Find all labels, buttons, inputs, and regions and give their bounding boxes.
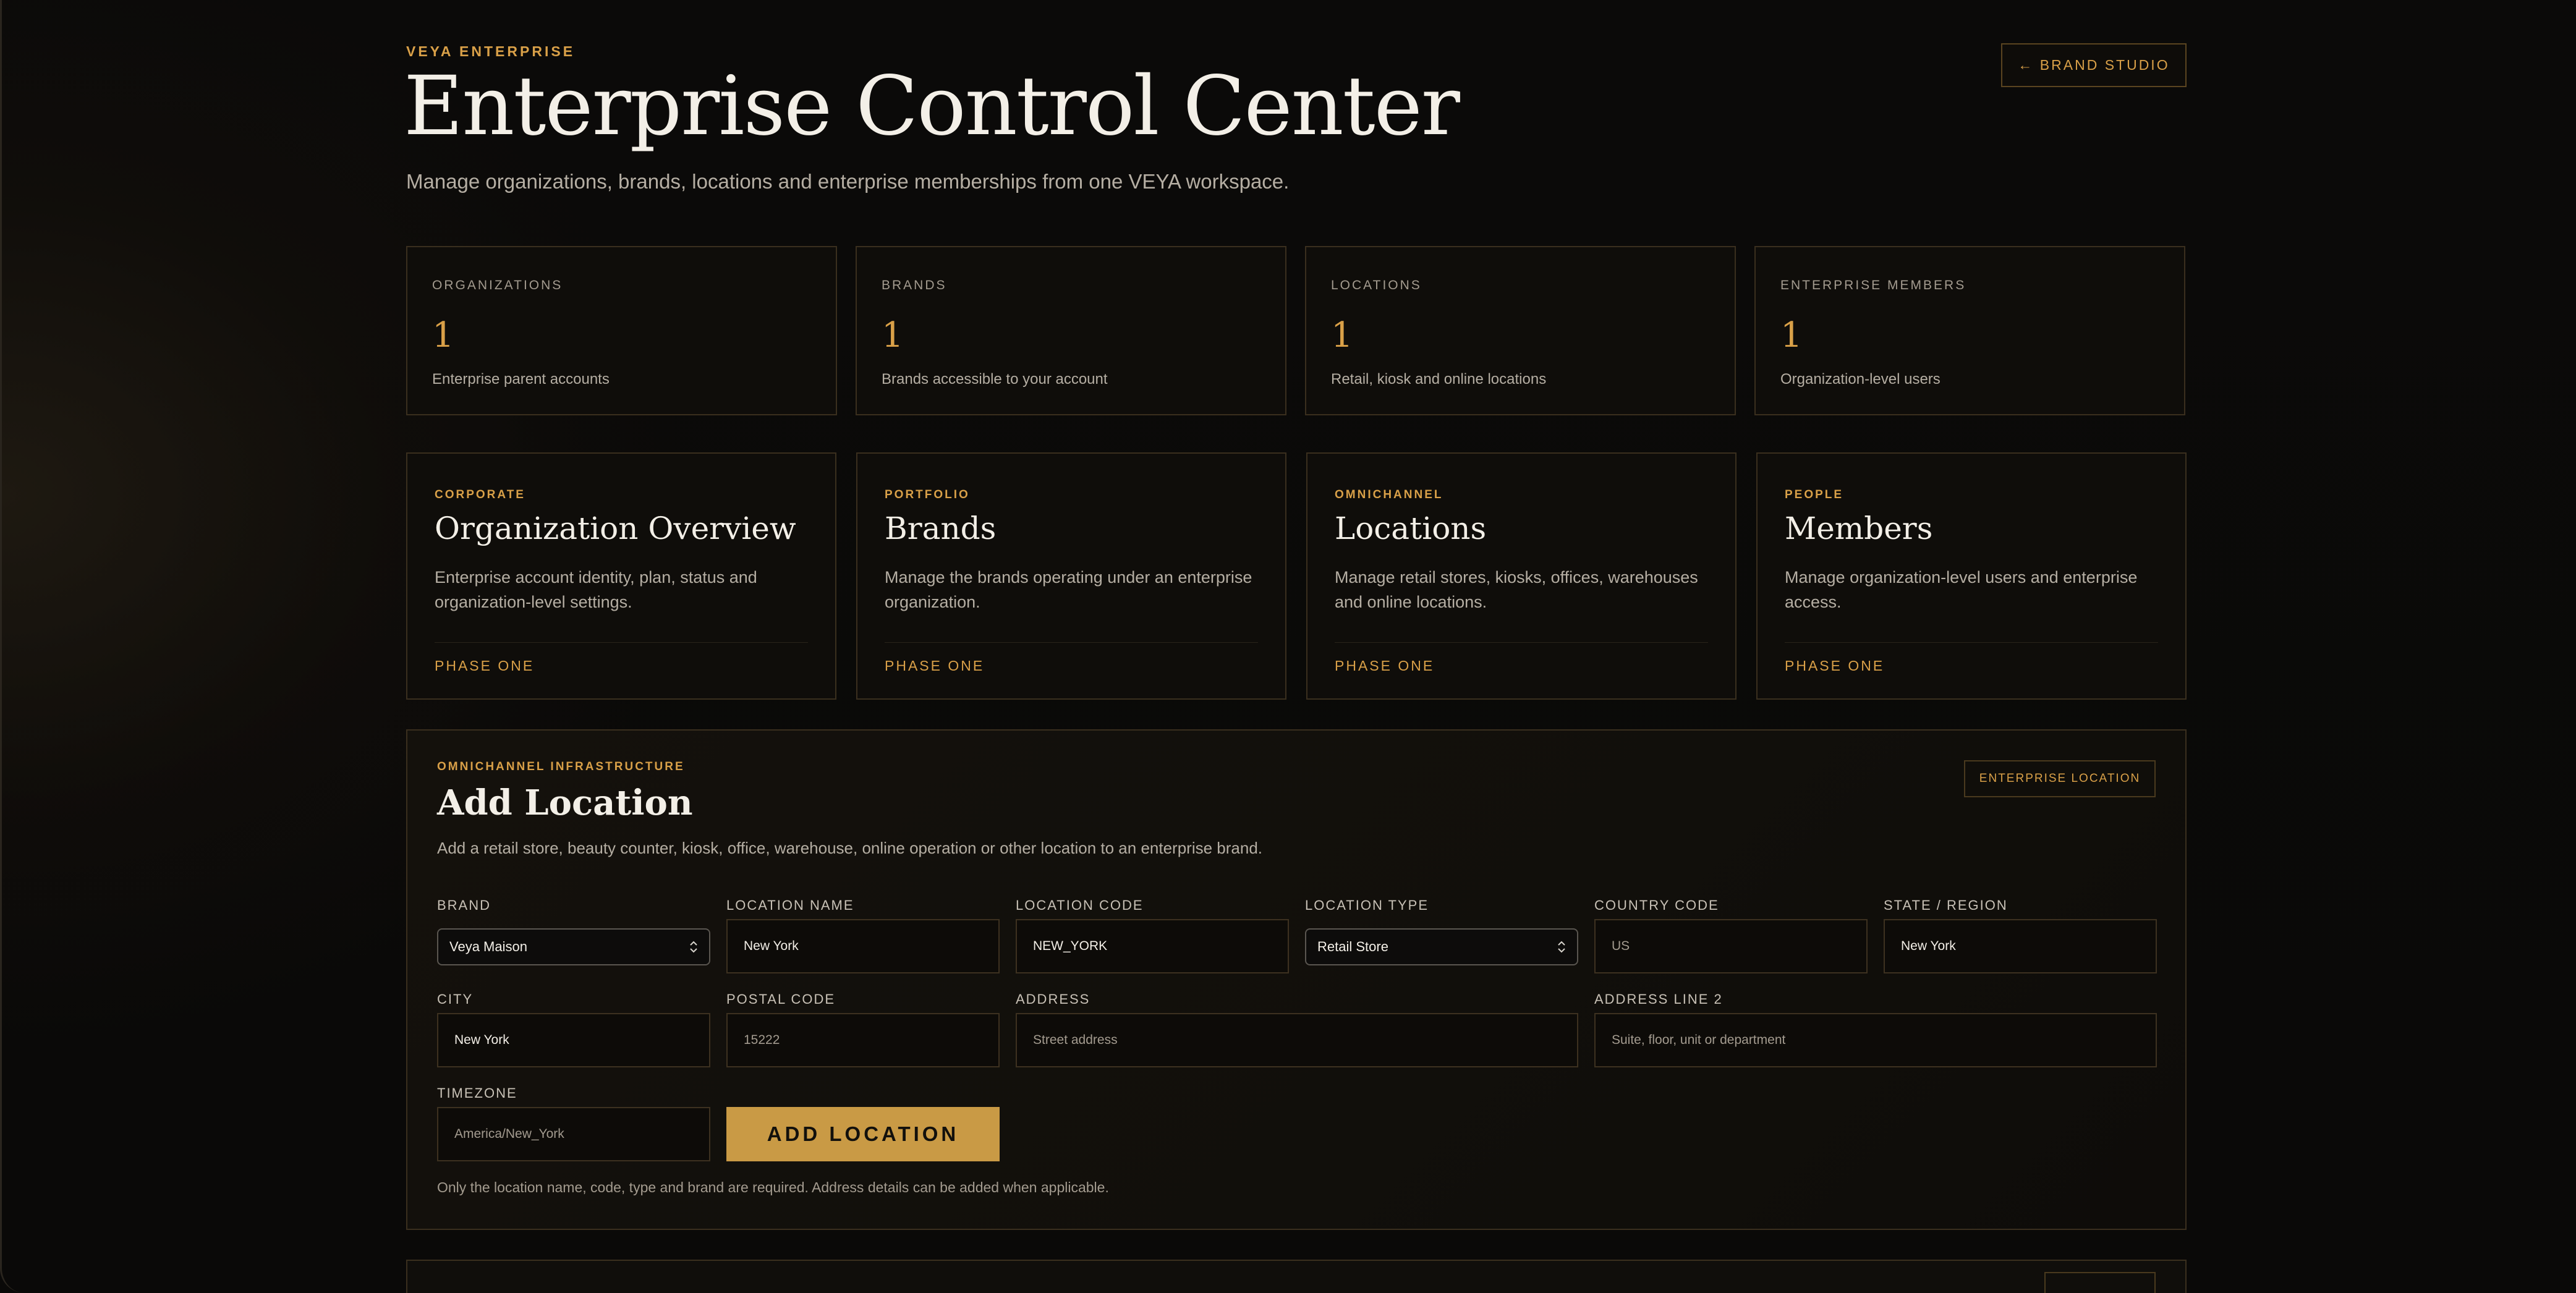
brand-studio-button[interactable]: ← BRAND STUDIO [2001,43,2187,87]
brand-select-value: Veya Maison [449,939,527,954]
feature-title: Locations [1335,511,1487,546]
feature-phase: PHASE ONE [435,658,535,674]
address-label: ADDRESS [1016,991,1090,1007]
postal-code-input[interactable]: 15222 [726,1013,1000,1067]
state-region-label: STATE / REGION [1884,897,2008,913]
stat-label: ORGANIZATIONS [432,278,563,292]
stat-value: 1 [1331,315,1353,355]
country-code-label: COUNTRY CODE [1594,897,1719,913]
city-label: CITY [437,991,474,1007]
feature-card-brands[interactable]: PORTFOLIO Brands Manage the brands opera… [856,452,1286,700]
feature-tag: OMNICHANNEL [1335,488,1443,501]
feature-title: Organization Overview [435,511,796,546]
enterprise-location-badge: ENTERPRISE LOCATION [1964,760,2156,797]
brand-label: BRAND [437,897,491,913]
add-location-button[interactable]: ADD LOCATION [726,1107,1000,1161]
stat-desc: Organization-level users [1780,371,1941,388]
feature-desc: Enterprise account identity, plan, statu… [435,568,757,611]
feature-title: Members [1785,511,1933,546]
app-canvas: VEYA ENTERPRISE Enterprise Control Cente… [0,0,2576,1293]
feature-tag: PORTFOLIO [885,488,970,501]
feature-card-organization[interactable]: CORPORATE Organization Overview Enterpri… [406,452,836,700]
add-location-panel: OMNICHANNEL INFRASTRUCTURE Add Location … [406,729,2187,1230]
feature-desc: Manage the brands operating under an ent… [885,568,1252,611]
form-note: Only the location name, code, type and b… [437,1179,1109,1195]
stat-label: ENTERPRISE MEMBERS [1780,278,1966,292]
divider [1335,642,1708,643]
feature-tag: PEOPLE [1785,488,1844,501]
feature-phase: PHASE ONE [1335,658,1435,674]
location-type-label: LOCATION TYPE [1305,897,1429,913]
address-line-2-label: ADDRESS LINE 2 [1594,991,1723,1007]
page-title: Enterprise Control Center [404,59,1460,154]
postal-code-label: POSTAL CODE [726,991,836,1007]
panel-tag: OMNICHANNEL INFRASTRUCTURE [437,760,685,773]
address-line-2-input[interactable]: Suite, floor, unit or department [1594,1013,2157,1067]
stat-desc: Enterprise parent accounts [432,371,610,388]
divider [885,642,1258,643]
timezone-label: TIMEZONE [437,1085,517,1101]
stat-value: 1 [432,315,454,355]
divider [435,642,808,643]
feature-title: Brands [885,511,997,546]
stats-row: ORGANIZATIONS 1 Enterprise parent accoun… [406,246,2187,415]
select-chevron-icon [689,940,698,954]
next-panel [406,1260,2187,1293]
location-name-label: LOCATION NAME [726,897,854,913]
location-type-select[interactable]: Retail Store [1305,928,1578,965]
stat-label: BRANDS [882,278,947,292]
stat-card-organizations: ORGANIZATIONS 1 Enterprise parent accoun… [406,246,837,415]
divider [1785,642,2158,643]
timezone-input[interactable]: America/New_York [437,1107,710,1161]
stat-card-members: ENTERPRISE MEMBERS 1 Organization-level … [1754,246,2185,415]
feature-phase: PHASE ONE [1785,658,1885,674]
next-panel-button[interactable] [2044,1272,2156,1293]
stat-card-brands: BRANDS 1 Brands accessible to your accou… [856,246,1286,415]
feature-phase: PHASE ONE [885,658,985,674]
location-code-label: LOCATION CODE [1016,897,1144,913]
feature-desc: Manage organization-level users and ente… [1785,568,2138,611]
brand-select[interactable]: Veya Maison [437,928,710,965]
select-chevron-icon [1557,940,1566,954]
page-eyebrow: VEYA ENTERPRISE [406,43,576,59]
stat-value: 1 [882,315,904,355]
feature-card-members[interactable]: PEOPLE Members Manage organization-level… [1756,452,2187,700]
stat-label: LOCATIONS [1331,278,1422,292]
feature-card-locations[interactable]: OMNICHANNEL Locations Manage retail stor… [1306,452,1736,700]
address-input[interactable]: Street address [1016,1013,1578,1067]
panel-desc: Add a retail store, beauty counter, kios… [437,839,1263,857]
country-code-input[interactable]: US [1594,919,1868,973]
panel-title: Add Location [437,782,693,823]
location-name-input[interactable]: New York [726,919,1000,973]
stat-value: 1 [1780,315,1803,355]
city-input[interactable]: New York [437,1013,710,1067]
location-code-input[interactable]: NEW_YORK [1016,919,1289,973]
stat-desc: Retail, kiosk and online locations [1331,371,1547,388]
stat-card-locations: LOCATIONS 1 Retail, kiosk and online loc… [1305,246,1736,415]
page-subtitle: Manage organizations, brands, locations … [406,170,1290,193]
feature-tag: CORPORATE [435,488,525,501]
state-region-input[interactable]: New York [1884,919,2157,973]
location-type-value: Retail Store [1317,939,1388,954]
stat-desc: Brands accessible to your account [882,371,1108,388]
feature-desc: Manage retail stores, kiosks, offices, w… [1335,568,1698,611]
features-row: CORPORATE Organization Overview Enterpri… [406,452,2187,700]
